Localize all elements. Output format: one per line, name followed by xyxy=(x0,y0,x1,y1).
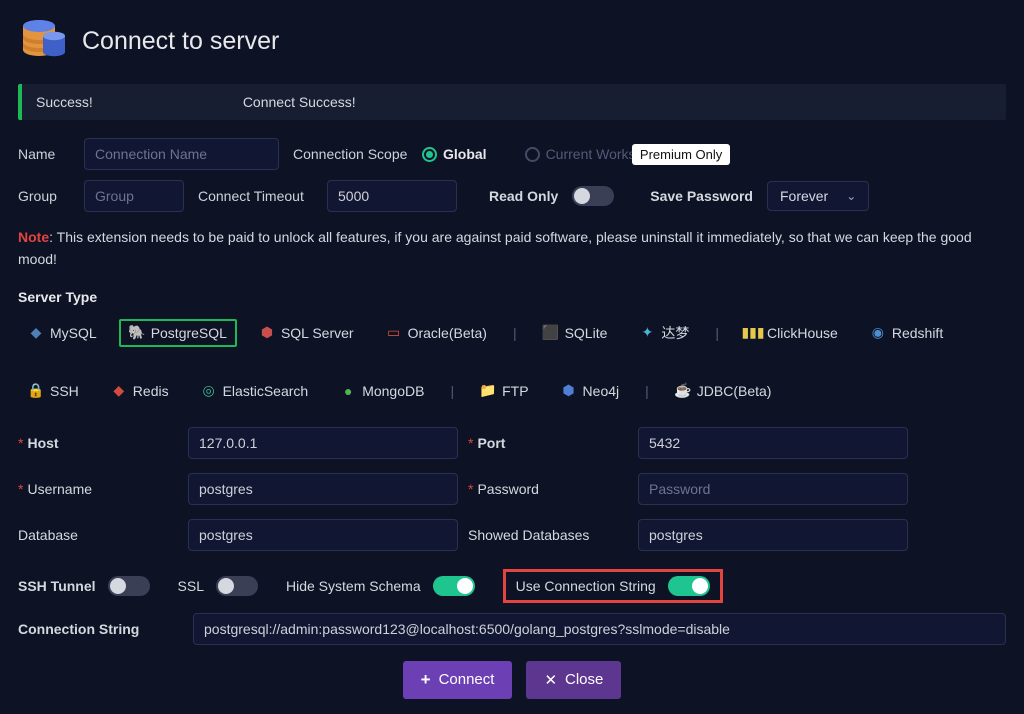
ssl-toggle[interactable] xyxy=(216,576,258,596)
ssh-tunnel-group: SSH Tunnel xyxy=(18,576,150,596)
host-label: *Host xyxy=(18,435,188,451)
name-label: Name xyxy=(18,146,70,162)
type-divider: | xyxy=(446,383,458,399)
type-mongodb[interactable]: ●MongoDB xyxy=(330,377,434,405)
group-label: Group xyxy=(18,188,70,204)
ssl-label: SSL xyxy=(178,578,204,594)
type-mysql[interactable]: ◆MySQL xyxy=(18,319,107,347)
savepw-label: Save Password xyxy=(650,188,753,204)
premium-note: Note: This extension needs to be paid to… xyxy=(18,226,1006,271)
group-input[interactable] xyxy=(84,180,184,212)
type-sqlite[interactable]: ⬛SQLite xyxy=(533,319,618,347)
scope-global-label: Global xyxy=(443,146,487,162)
connect-button[interactable]: + Connect xyxy=(403,661,513,699)
type-redis[interactable]: ◆Redis xyxy=(101,377,179,405)
type-clickhouse[interactable]: ▮▮▮ClickHouse xyxy=(735,319,848,347)
close-icon: ✕ xyxy=(544,671,557,689)
scope-global-radio[interactable]: Global xyxy=(422,146,487,162)
radio-unchecked-icon xyxy=(525,147,540,162)
ssh-tunnel-toggle[interactable] xyxy=(108,576,150,596)
type-divider: | xyxy=(509,325,521,341)
ssh-tunnel-label: SSH Tunnel xyxy=(18,578,96,594)
use-connection-string-label: Use Connection String xyxy=(516,578,656,594)
username-label: *Username xyxy=(18,481,188,497)
timeout-label: Connect Timeout xyxy=(198,188,313,204)
hide-schema-label: Hide System Schema xyxy=(286,578,421,594)
database-label: Database xyxy=(18,527,188,543)
type-dm[interactable]: ✦达梦 xyxy=(629,317,699,349)
dialog-header: Connect to server xyxy=(18,10,1006,80)
savepw-value: Forever xyxy=(780,188,828,204)
password-label: *Password xyxy=(468,481,638,497)
showed-db-input[interactable] xyxy=(638,519,908,551)
username-input[interactable] xyxy=(188,473,458,505)
chevron-down-icon: ⌄ xyxy=(846,189,856,203)
ssl-group: SSL xyxy=(178,576,258,596)
server-type-list: ◆MySQL 🐘PostgreSQL ⬢SQL Server ▭Oracle(B… xyxy=(18,313,1006,415)
host-input[interactable] xyxy=(188,427,458,459)
type-oracle[interactable]: ▭Oracle(Beta) xyxy=(376,319,497,347)
page-title: Connect to server xyxy=(82,27,279,56)
scope-label: Connection Scope xyxy=(293,146,408,162)
radio-checked-icon xyxy=(422,147,437,162)
type-postgresql[interactable]: 🐘PostgreSQL xyxy=(119,319,237,347)
premium-badge: Premium Only xyxy=(632,144,730,165)
alert-message: Connect Success! xyxy=(243,94,356,110)
connection-form: *Host *Port *Username *Password Database… xyxy=(18,427,1006,551)
close-button[interactable]: ✕ Close xyxy=(526,661,621,699)
note-prefix: Note xyxy=(18,229,49,245)
database-icon xyxy=(18,18,66,64)
hide-schema-toggle[interactable] xyxy=(433,576,475,596)
use-connection-string-group: Use Connection String xyxy=(503,569,723,603)
type-divider: | xyxy=(641,383,653,399)
type-divider: | xyxy=(711,325,723,341)
password-input[interactable] xyxy=(638,473,908,505)
type-ftp[interactable]: 📁FTP xyxy=(470,377,538,405)
success-alert: Success! Connect Success! xyxy=(18,84,1006,120)
timeout-input[interactable] xyxy=(327,180,457,212)
type-sqlserver[interactable]: ⬢SQL Server xyxy=(249,319,364,347)
plus-icon: + xyxy=(421,670,431,690)
database-input[interactable] xyxy=(188,519,458,551)
use-connection-string-toggle[interactable] xyxy=(668,576,710,596)
savepw-select[interactable]: Forever ⌄ xyxy=(767,181,869,211)
note-body: : This extension needs to be paid to unl… xyxy=(18,229,972,267)
port-input[interactable] xyxy=(638,427,908,459)
name-input[interactable] xyxy=(84,138,279,170)
type-ssh[interactable]: 🔒SSH xyxy=(18,377,89,405)
type-redshift[interactable]: ◉Redshift xyxy=(860,319,953,347)
hide-schema-group: Hide System Schema xyxy=(286,576,475,596)
connection-string-input[interactable] xyxy=(193,613,1006,645)
readonly-toggle[interactable] xyxy=(572,186,614,206)
server-type-label: Server Type xyxy=(18,289,1006,305)
alert-status: Success! xyxy=(36,94,93,110)
readonly-label: Read Only xyxy=(489,188,558,204)
type-jdbc[interactable]: ☕JDBC(Beta) xyxy=(665,377,782,405)
showed-db-label: Showed Databases xyxy=(468,527,638,543)
port-label: *Port xyxy=(468,435,638,451)
type-es[interactable]: ◎ElasticSearch xyxy=(191,377,319,405)
type-neo4j[interactable]: ⬢Neo4j xyxy=(551,377,630,405)
connection-string-label: Connection String xyxy=(18,613,173,637)
